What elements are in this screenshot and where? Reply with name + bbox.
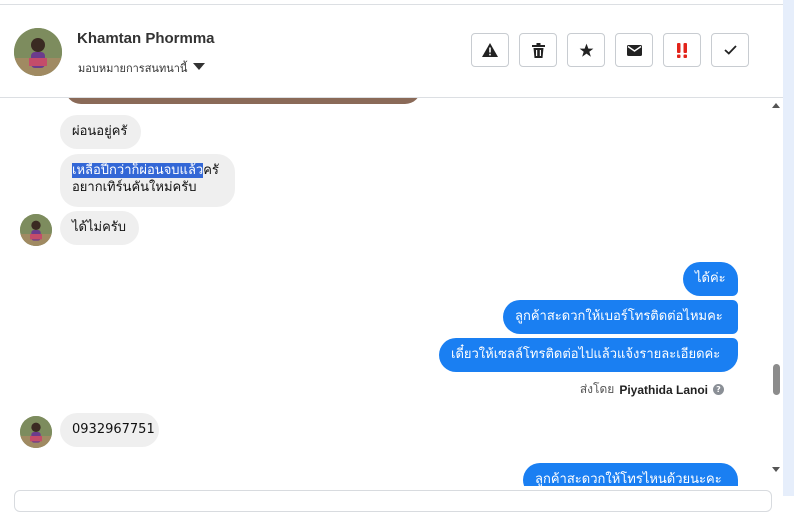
incoming-message: เหลือปีกว่าก็ผ่อนจบแล้วครั อยากเทิร์นคัน… — [60, 154, 235, 207]
message-text: ลูกค้าสะดวกให้เบอร์โทรติดต่อไหมคะ — [515, 309, 723, 324]
check-icon — [723, 45, 737, 55]
message-text: ได้ค่ะ — [695, 271, 726, 286]
delete-button[interactable] — [519, 33, 557, 67]
message-text: เดี๋ยวให้เซลล์โทรติดต่อไปแล้วแจ้งรายละเอ… — [451, 347, 721, 362]
contact-avatar[interactable] — [20, 416, 52, 448]
message-text: 0932967751 — [72, 422, 155, 437]
message-text: ได้ไม่ครับ — [72, 220, 127, 235]
star-icon — [579, 43, 593, 57]
sent-by-label: ส่งโดย Piyathida Lanoi ? — [580, 380, 724, 399]
message-text-line: เหลือปีกว่าก็ผ่อนจบแล้วครั — [72, 162, 223, 179]
window-edge — [783, 0, 794, 496]
scrollbar-thumb[interactable] — [773, 364, 780, 395]
message-composer[interactable] — [14, 490, 772, 512]
incoming-message: ได้ไม่ครับ — [60, 211, 139, 245]
double-exclamation-icon — [677, 42, 687, 58]
sent-by-prefix: ส่งโดย — [579, 382, 615, 396]
message-thread: ผ่อนอยู่ครั เหลือปีกว่าก็ผ่อนจบแล้วครั อ… — [0, 98, 770, 486]
scroll-down-arrow[interactable] — [772, 467, 780, 472]
warning-icon — [482, 43, 498, 57]
incoming-message: ผ่อนอยู่ครั — [60, 115, 141, 149]
trash-icon — [531, 42, 545, 58]
contact-name[interactable]: Khamtan Phormma — [77, 30, 215, 47]
assign-conversation-dropdown[interactable]: มอบหมายการสนทนานี้ — [78, 59, 206, 77]
report-spam-button[interactable] — [471, 33, 509, 67]
message-text-line: อยากเทิร์นคันใหม่ครับ — [72, 180, 197, 195]
incoming-message: 0932967751 — [60, 413, 159, 447]
contact-avatar[interactable] — [20, 214, 52, 246]
outgoing-message: ลูกค้าสะดวกให้เบอร์โทรติดต่อไหมคะ — [503, 300, 738, 334]
mark-important-button[interactable] — [663, 33, 701, 67]
message-text: ครั — [203, 163, 219, 178]
message-scrollbar[interactable] — [770, 98, 783, 486]
star-button[interactable] — [567, 33, 605, 67]
chevron-down-icon — [193, 63, 206, 70]
mark-unread-button[interactable] — [615, 33, 653, 67]
mark-done-button[interactable] — [711, 33, 749, 67]
message-text: ลูกค้าสะดวกให้โทรไหนด้วยนะคะ — [535, 472, 722, 486]
outgoing-message: เดี๋ยวให้เซลล์โทรติดต่อไปแล้วแจ้งรายละเอ… — [439, 338, 738, 372]
contact-avatar[interactable] — [14, 28, 62, 76]
assign-label: มอบหมายการสนทนานี้ — [78, 62, 188, 75]
sender-name[interactable]: Piyathida Lanoi — [619, 383, 708, 397]
outgoing-message: ลูกค้าสะดวกให้โทรไหนด้วยนะคะ — [523, 463, 738, 486]
image-attachment[interactable] — [65, 98, 421, 104]
conversation-header: Khamtan Phormma มอบหมายการสนทนานี้ — [0, 5, 783, 98]
selected-text: เหลือปีกว่าก็ผ่อนจบแล้ว — [72, 163, 204, 178]
scroll-up-arrow[interactable] — [772, 103, 780, 108]
envelope-icon — [626, 44, 642, 56]
message-text: ผ่อนอยู่ครั — [72, 124, 128, 139]
outgoing-message: ได้ค่ะ — [683, 262, 738, 296]
help-icon[interactable]: ? — [713, 384, 724, 395]
